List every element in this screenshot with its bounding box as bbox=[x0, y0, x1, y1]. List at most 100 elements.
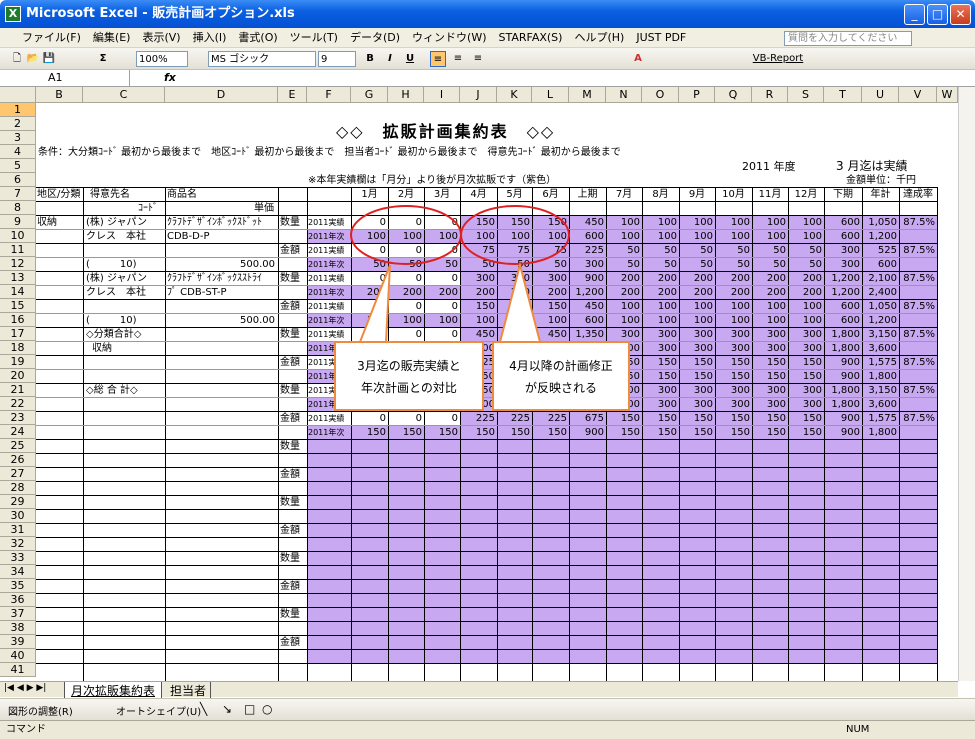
column-header-I[interactable]: I bbox=[424, 87, 460, 103]
menu-item-justpdf[interactable]: JUST PDF bbox=[630, 28, 692, 48]
excel-app-icon[interactable]: X bbox=[5, 6, 21, 22]
column-header-H[interactable]: H bbox=[388, 87, 424, 103]
align-left-icon[interactable]: ≡ bbox=[430, 51, 446, 67]
maximize-button[interactable]: □ bbox=[927, 4, 948, 25]
column-header-T[interactable]: T bbox=[824, 87, 862, 103]
menu-item-insert[interactable]: 挿入(I) bbox=[187, 28, 233, 48]
spreadsheet-grid[interactable]: B C D E F G H I J K L M N O P Q R S T U V W 1 2 3 4 5 6 7 8 9 10 11 12 13 1… bbox=[0, 87, 958, 681]
formula-bar[interactable] bbox=[0, 70, 975, 87]
row-header-30[interactable]: 30 bbox=[0, 509, 36, 523]
column-header-O[interactable]: O bbox=[642, 87, 679, 103]
row-header-16[interactable]: 16 bbox=[0, 313, 36, 327]
tab-person[interactable]: 担当者 bbox=[166, 682, 212, 699]
rectangle-icon[interactable]: □ bbox=[244, 702, 255, 716]
menu-item-view[interactable]: 表示(V) bbox=[136, 28, 186, 48]
align-right-icon[interactable]: ≡ bbox=[470, 51, 486, 67]
row-header-40[interactable]: 40 bbox=[0, 649, 36, 663]
select-all-corner[interactable] bbox=[0, 87, 36, 103]
column-header-V[interactable]: V bbox=[899, 87, 937, 103]
row-header-12[interactable]: 12 bbox=[0, 257, 36, 271]
autosum-icon[interactable]: Σ bbox=[96, 51, 110, 67]
row-header-6[interactable]: 6 bbox=[0, 173, 36, 187]
row-header-3[interactable]: 3 bbox=[0, 131, 36, 145]
row-header-28[interactable]: 28 bbox=[0, 481, 36, 495]
row-header-2[interactable]: 2 bbox=[0, 117, 36, 131]
zoom-select[interactable]: 100% bbox=[136, 51, 188, 67]
column-header-D[interactable]: D bbox=[165, 87, 278, 103]
row-header-13[interactable]: 13 bbox=[0, 271, 36, 285]
column-header-E[interactable]: E bbox=[278, 87, 307, 103]
menu-item-file[interactable]: ファイル(F) bbox=[0, 28, 87, 48]
row-header-25[interactable]: 25 bbox=[0, 439, 36, 453]
row-header-26[interactable]: 26 bbox=[0, 453, 36, 467]
oval-icon[interactable]: ○ bbox=[262, 702, 272, 716]
line-icon[interactable]: ╲ bbox=[200, 702, 207, 716]
row-header-24[interactable]: 24 bbox=[0, 425, 36, 439]
menu-item-edit[interactable]: 編集(E) bbox=[87, 28, 137, 48]
column-header-U[interactable]: U bbox=[862, 87, 899, 103]
row-header-29[interactable]: 29 bbox=[0, 495, 36, 509]
menu-item-help[interactable]: ヘルプ(H) bbox=[568, 28, 630, 48]
row-header-37[interactable]: 37 bbox=[0, 607, 36, 621]
row-header-32[interactable]: 32 bbox=[0, 537, 36, 551]
font-color-icon[interactable]: A bbox=[630, 51, 646, 67]
row-header-34[interactable]: 34 bbox=[0, 565, 36, 579]
draw-adjust-menu[interactable]: 図形の調整(R) bbox=[8, 703, 73, 718]
help-search-input[interactable]: 質問を入力してください bbox=[784, 31, 912, 46]
row-header-4[interactable]: 4 bbox=[0, 145, 36, 159]
row-header-5[interactable]: 5 bbox=[0, 159, 36, 173]
row-header-27[interactable]: 27 bbox=[0, 467, 36, 481]
font-size-select[interactable]: 9 bbox=[318, 51, 356, 67]
row-header-36[interactable]: 36 bbox=[0, 593, 36, 607]
column-header-K[interactable]: K bbox=[497, 87, 532, 103]
column-header-M[interactable]: M bbox=[569, 87, 606, 103]
row-header-15[interactable]: 15 bbox=[0, 299, 36, 313]
menu-item-window[interactable]: ウィンドウ(W) bbox=[406, 28, 492, 48]
row-header-20[interactable]: 20 bbox=[0, 369, 36, 383]
row-header-38[interactable]: 38 bbox=[0, 621, 36, 635]
row-header-35[interactable]: 35 bbox=[0, 579, 36, 593]
row-header-33[interactable]: 33 bbox=[0, 551, 36, 565]
row-header-8[interactable]: 8 bbox=[0, 201, 36, 215]
menu-item-tools[interactable]: ツール(T) bbox=[284, 28, 344, 48]
column-header-W[interactable]: W bbox=[937, 87, 958, 103]
row-header-14[interactable]: 14 bbox=[0, 285, 36, 299]
row-header-18[interactable]: 18 bbox=[0, 341, 36, 355]
row-header-22[interactable]: 22 bbox=[0, 397, 36, 411]
column-header-J[interactable]: J bbox=[460, 87, 497, 103]
column-header-P[interactable]: P bbox=[679, 87, 715, 103]
new-file-icon[interactable]: 🗋 bbox=[10, 51, 24, 67]
column-header-N[interactable]: N bbox=[606, 87, 642, 103]
tab-scroll-icon[interactable]: |◀ ◀ ▶ ▶| bbox=[4, 683, 46, 693]
minimize-button[interactable]: _ bbox=[904, 4, 925, 25]
autoshape-menu[interactable]: オートシェイプ(U) bbox=[116, 703, 201, 718]
vertical-scrollbar[interactable] bbox=[958, 87, 975, 681]
arrow-icon[interactable]: ↘ bbox=[222, 702, 232, 716]
column-header-S[interactable]: S bbox=[788, 87, 824, 103]
bold-icon[interactable]: B bbox=[362, 51, 378, 67]
close-button[interactable]: ✕ bbox=[950, 4, 971, 25]
row-header-11[interactable]: 11 bbox=[0, 243, 36, 257]
row-header-10[interactable]: 10 bbox=[0, 229, 36, 243]
menu-item-starfax[interactable]: STARFAX(S) bbox=[493, 28, 569, 48]
save-icon[interactable]: 💾 bbox=[42, 51, 56, 67]
row-header-1[interactable]: 1 bbox=[0, 103, 36, 117]
column-header-B[interactable]: B bbox=[36, 87, 83, 103]
row-header-17[interactable]: 17 bbox=[0, 327, 36, 341]
column-header-Q[interactable]: Q bbox=[715, 87, 752, 103]
vb-report-button[interactable]: VB-Report bbox=[740, 51, 816, 67]
row-header-9[interactable]: 9 bbox=[0, 215, 36, 229]
column-header-R[interactable]: R bbox=[752, 87, 788, 103]
menu-item-format[interactable]: 書式(O) bbox=[232, 28, 283, 48]
underline-icon[interactable]: U bbox=[402, 51, 418, 67]
row-header-31[interactable]: 31 bbox=[0, 523, 36, 537]
row-header-21[interactable]: 21 bbox=[0, 383, 36, 397]
row-header-7[interactable]: 7 bbox=[0, 187, 36, 201]
font-select[interactable]: MS ゴシック bbox=[208, 51, 316, 67]
row-header-39[interactable]: 39 bbox=[0, 635, 36, 649]
open-file-icon[interactable]: 📂 bbox=[26, 51, 40, 67]
name-box[interactable]: A1 bbox=[0, 70, 130, 87]
row-header-41[interactable]: 41 bbox=[0, 663, 36, 677]
column-header-G[interactable]: G bbox=[351, 87, 388, 103]
fx-icon[interactable]: fx bbox=[164, 70, 176, 86]
